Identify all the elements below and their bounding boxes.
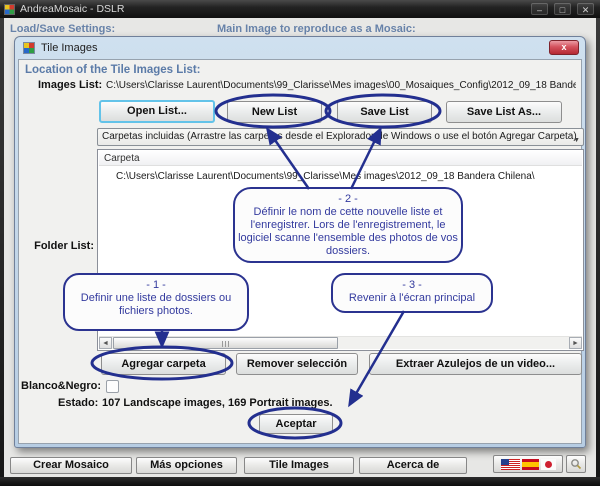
folder-list-label: Folder List: (21, 240, 94, 252)
search-icon (570, 458, 582, 470)
maximize-icon[interactable]: □ (554, 3, 571, 15)
callout-1-number: - 1 - (65, 279, 247, 292)
close-icon[interactable]: ✕ (577, 3, 594, 15)
dialog-logo-icon (23, 42, 35, 54)
dialog-body: Location of the Tile Images List: Images… (18, 59, 582, 444)
folder-list-column-header: Carpeta (99, 151, 582, 166)
folder-list-row[interactable]: C:\Users\Clarisse Laurent\Documents\99_C… (116, 171, 535, 182)
callout-3-number: - 3 - (333, 279, 491, 292)
chevron-down-icon: ▼ (573, 133, 580, 146)
crear-mosaico-button[interactable]: Crear Mosaico (10, 457, 132, 474)
section-title: Location of the Tile Images List: (25, 64, 201, 76)
main-image-label: Main Image to reproduce as a Mosaic: (217, 23, 416, 35)
aceptar-button[interactable]: Aceptar (259, 414, 333, 434)
app-logo-icon (4, 4, 15, 15)
callout-2-text: Définir le nom de cette nouvelle liste e… (238, 206, 458, 257)
folders-dropdown[interactable]: Carpetas incluidas (Arrastre las carpeta… (97, 128, 584, 146)
save-list-as-button[interactable]: Save List As... (446, 101, 562, 123)
horizontal-scrollbar[interactable]: ◄ ► (99, 336, 582, 349)
spain-flag-icon (522, 459, 539, 470)
dialog-titlebar[interactable]: Tile Images x (15, 37, 585, 59)
blanco-negro-label: Blanco&Negro: (21, 380, 101, 392)
language-selector-button[interactable] (493, 455, 563, 473)
remover-seleccion-button[interactable]: Remover selección (236, 353, 358, 375)
images-list-label: Images List: (38, 79, 102, 91)
images-list-path: C:\Users\Clarisse Laurent\Documents\99_C… (106, 80, 576, 91)
screen: AndreaMosaic - DSLR – □ ✕ Load/Save Sett… (0, 0, 600, 486)
search-button[interactable] (566, 455, 586, 473)
callout-3: - 3 - Revenir à l'écran principal (331, 273, 493, 313)
estado-label: Estado: (58, 397, 98, 409)
tile-images-dialog: Tile Images x Location of the Tile Image… (14, 36, 586, 448)
dialog-close-button[interactable]: x (549, 40, 579, 55)
callout-2: - 2 - Définir le nom de cette nouvelle l… (233, 187, 463, 263)
minimize-icon[interactable]: – (531, 3, 548, 15)
window-right-border (596, 18, 600, 486)
callout-1: - 1 - Definir une liste de dossiers ou f… (63, 273, 249, 331)
mas-opciones-button[interactable]: Más opciones (136, 457, 237, 474)
dialog-title: Tile Images (41, 42, 97, 54)
scrollbar-grip-icon (222, 341, 230, 347)
scroll-left-icon[interactable]: ◄ (99, 337, 112, 349)
window-bottom-border (0, 477, 600, 486)
save-list-button[interactable]: Save List (337, 101, 432, 123)
acerca-de-button[interactable]: Acerca de (359, 457, 467, 474)
blanco-negro-checkbox[interactable] (106, 380, 119, 393)
window-titlebar: AndreaMosaic - DSLR – □ ✕ (0, 0, 600, 18)
callout-3-text: Revenir à l'écran principal (349, 292, 475, 304)
window-left-border (0, 18, 4, 486)
scrollbar-thumb[interactable] (113, 337, 338, 349)
folders-dropdown-value: Carpetas incluidas (Arrastre las carpeta… (102, 131, 577, 142)
extraer-azulejos-button[interactable]: Extraer Azulejos de un video... (369, 353, 582, 375)
agregar-carpeta-button[interactable]: Agregar carpeta (101, 353, 226, 375)
scroll-right-icon[interactable]: ► (569, 337, 582, 349)
load-save-settings-label: Load/Save Settings: (10, 23, 115, 35)
new-list-button[interactable]: New List (227, 101, 322, 123)
callout-2-number: - 2 - (235, 193, 461, 206)
open-list-button[interactable]: Open List... (99, 100, 215, 123)
japan-flag-icon (541, 459, 556, 470)
estado-value: 107 Landscape images, 169 Portrait image… (102, 397, 333, 409)
us-flag-icon (501, 459, 520, 470)
window-title: AndreaMosaic - DSLR (20, 3, 124, 15)
callout-1-text: Definir une liste de dossiers ou fichier… (81, 292, 231, 317)
tile-images-button[interactable]: Tile Images (244, 457, 354, 474)
